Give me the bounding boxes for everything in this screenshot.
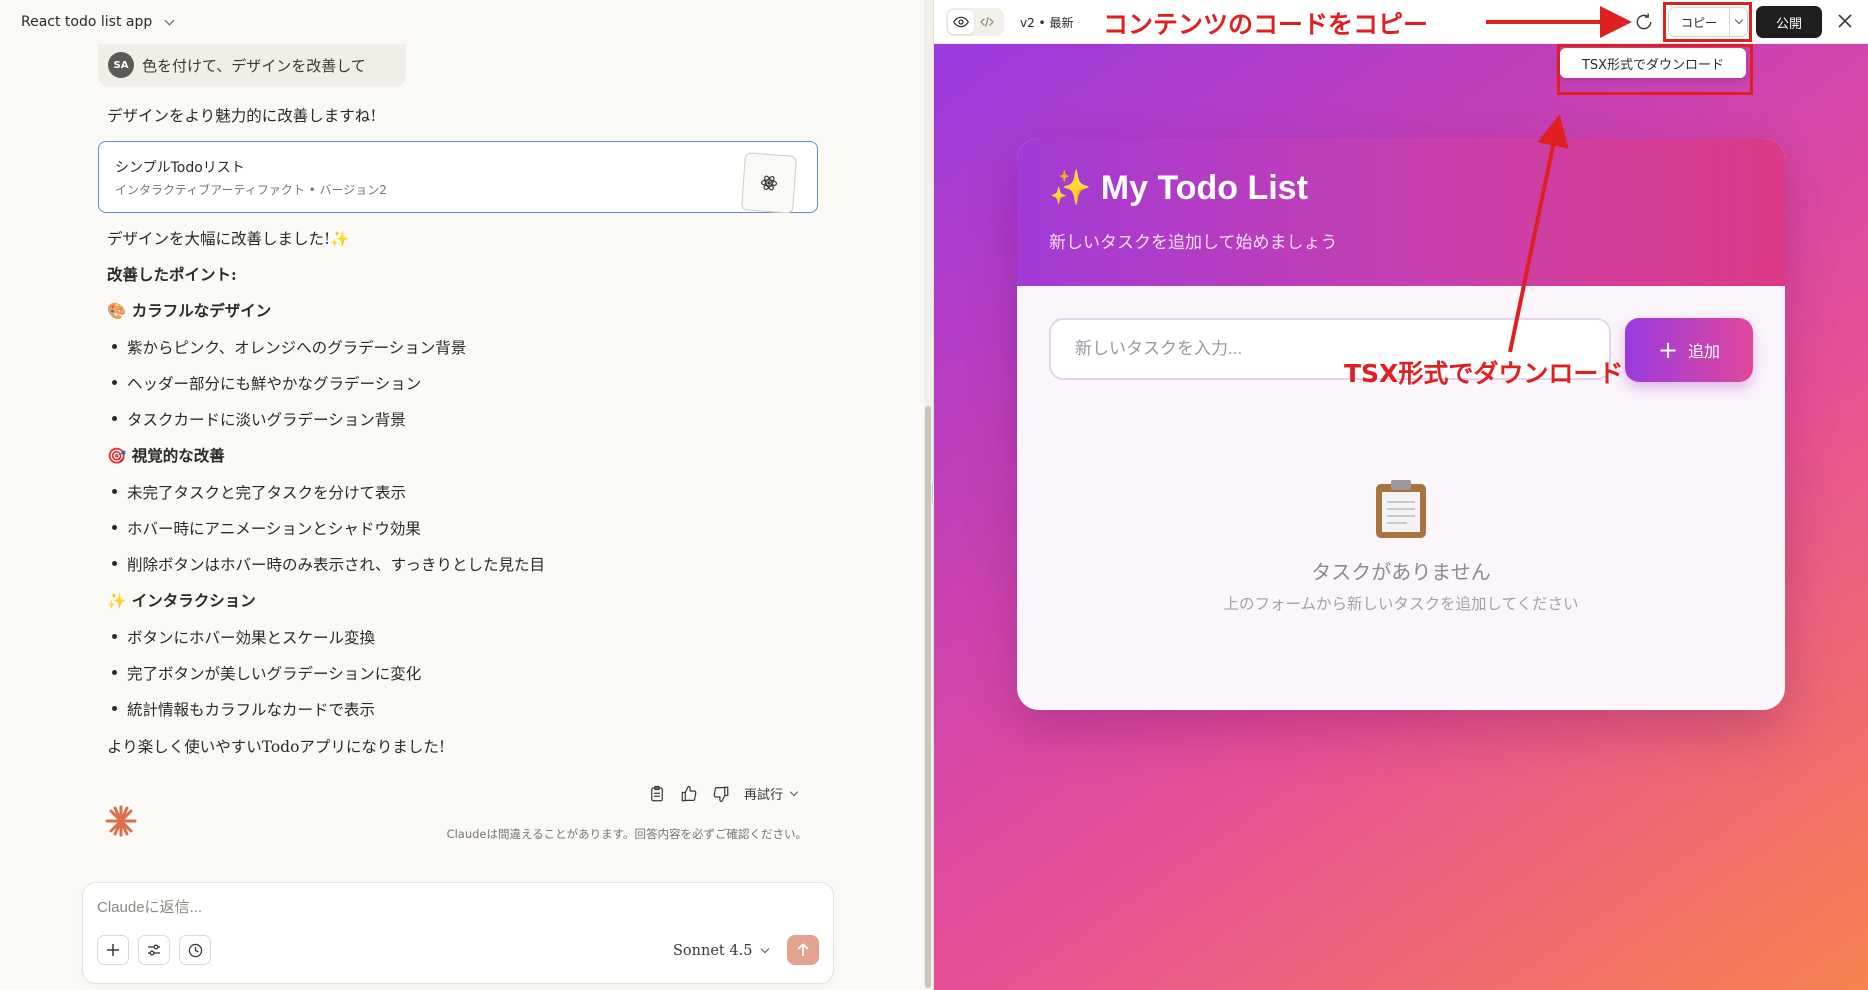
clipboard-icon[interactable]	[648, 785, 666, 803]
response-improved: デザインを大幅に改善しました!✨	[107, 230, 350, 248]
artifact-title: シンプルTodoリスト	[115, 160, 245, 176]
attach-button[interactable]	[97, 935, 129, 965]
model-selector[interactable]: Sonnet 4.5	[673, 943, 770, 959]
plus-icon: +	[1657, 336, 1679, 364]
sliders-icon	[148, 944, 160, 956]
response-closing: より楽しく使いやすいTodoアプリになりました!	[107, 738, 446, 756]
list-item: 未完了タスクと完了タスクを分けて表示	[111, 481, 406, 503]
user-message-text: 色を付けて、デザインを改善して	[142, 56, 366, 75]
react-atom-icon	[760, 175, 778, 191]
empty-state-subtitle: 上のフォームから新しいタスクを追加してください	[1223, 595, 1579, 613]
chat-header: React todo list app	[0, 0, 934, 44]
settings-button[interactable]	[138, 935, 170, 965]
list-item: ホバー時にアニメーションとシャドウ効果	[112, 517, 421, 539]
send-button[interactable]	[787, 935, 819, 965]
chat-panel: React todo list app SA 色を付けて、デザインを改善して デ…	[0, 0, 937, 990]
annotation-box-tsx	[1557, 44, 1753, 95]
chevron-down-icon	[761, 944, 770, 954]
list-item: ヘッダー部分にも鮮やかなグラデーション	[111, 372, 421, 394]
disclaimer-text: Claudeは間違えることがあります。回答内容を必ずご確認ください。	[446, 827, 807, 841]
annotation-tsx-note: TSX形式でダウンロード	[1344, 359, 1624, 388]
chevron-down-icon	[789, 787, 799, 796]
list-item: 紫からピンク、オレンジへのグラデーション背景	[111, 336, 466, 358]
add-task-button[interactable]: + 追加	[1625, 318, 1753, 382]
view-toggle	[946, 8, 1004, 36]
list-item: 完了ボタンが美しいグラデーションに変化	[111, 662, 421, 684]
refresh-icon[interactable]	[1634, 12, 1654, 32]
todo-header: ✨ My Todo List 新しいタスクを追加して始めましょう	[1017, 138, 1785, 286]
eye-icon	[953, 16, 969, 28]
empty-state-title: タスクがありません	[1311, 560, 1491, 584]
avatar: SA	[108, 52, 134, 78]
clock-icon	[188, 943, 202, 957]
annotation-copy-note: コンテンツのコードをコピー	[1103, 10, 1429, 39]
list-item: 削除ボタンはホバー時のみ表示され、すっきりとした見た目	[111, 553, 545, 575]
conversation-title[interactable]: React todo list app	[21, 14, 152, 30]
code-toggle[interactable]	[974, 10, 1000, 34]
palette-icon: 🎨	[107, 301, 127, 320]
message-actions: 再試行	[648, 784, 799, 803]
clipboard-icon	[1376, 480, 1426, 538]
publish-button[interactable]: 公開	[1756, 6, 1822, 38]
artifact-subtitle: インタラクティブアーティファクト • バージョン2	[115, 183, 387, 197]
history-button[interactable]	[179, 935, 211, 965]
user-message-bubble: SA 色を付けて、デザインを改善して	[98, 44, 406, 86]
thumbs-down-icon[interactable]	[712, 785, 730, 803]
artifact-thumbnail	[741, 152, 797, 214]
section-heading-colorful: 🎨 カラフルなデザイン	[107, 301, 272, 320]
todo-card: ✨ My Todo List 新しいタスクを追加して始めましょう +追加 タスク…	[1017, 138, 1785, 710]
arrow-up-icon	[797, 943, 809, 956]
thumbs-up-icon[interactable]	[680, 785, 698, 803]
sparkles-icon: ✨	[107, 591, 127, 610]
response-intro: デザインをより魅力的に改善しますね!	[107, 107, 377, 125]
todo-subtitle: 新しいタスクを追加して始めましょう	[1049, 233, 1338, 253]
section-heading-interaction: ✨ インタラクション	[107, 591, 256, 610]
close-icon[interactable]	[1836, 12, 1854, 30]
annotation-box-copy	[1663, 2, 1752, 42]
reply-composer: Sonnet 4.5	[82, 882, 834, 984]
target-icon: 🎯	[107, 446, 127, 465]
code-icon	[980, 17, 994, 27]
version-label[interactable]: v2 • 最新	[1020, 14, 1073, 31]
plus-icon	[107, 944, 119, 956]
scrollbar-thumb[interactable]	[925, 406, 931, 988]
claude-spark-icon	[105, 805, 137, 837]
points-title: 改善したポイント:	[107, 265, 237, 284]
retry-button[interactable]: 再試行	[744, 784, 799, 803]
chevron-down-icon[interactable]	[164, 15, 175, 25]
section-heading-visual: 🎯 視覚的な改善	[107, 446, 225, 465]
preview-background: ✨ My Todo List 新しいタスクを追加して始めましょう +追加 タスク…	[934, 44, 1868, 990]
list-item: 統計情報もカラフルなカードで表示	[111, 698, 375, 720]
todo-title: ✨ My Todo List	[1049, 169, 1308, 207]
list-item: タスクカードに淡いグラデーション背景	[112, 408, 406, 430]
artifact-card[interactable]: シンプルTodoリスト インタラクティブアーティファクト • バージョン2	[98, 141, 818, 214]
preview-toggle[interactable]	[948, 10, 974, 34]
artifact-preview-panel: v2 • 最新 コピー 公開 ✨ My Todo List 新しいタスクを追加し…	[934, 0, 1868, 990]
list-item: ボタンにホバー効果とスケール変換	[111, 626, 375, 648]
reply-input[interactable]	[97, 899, 697, 916]
